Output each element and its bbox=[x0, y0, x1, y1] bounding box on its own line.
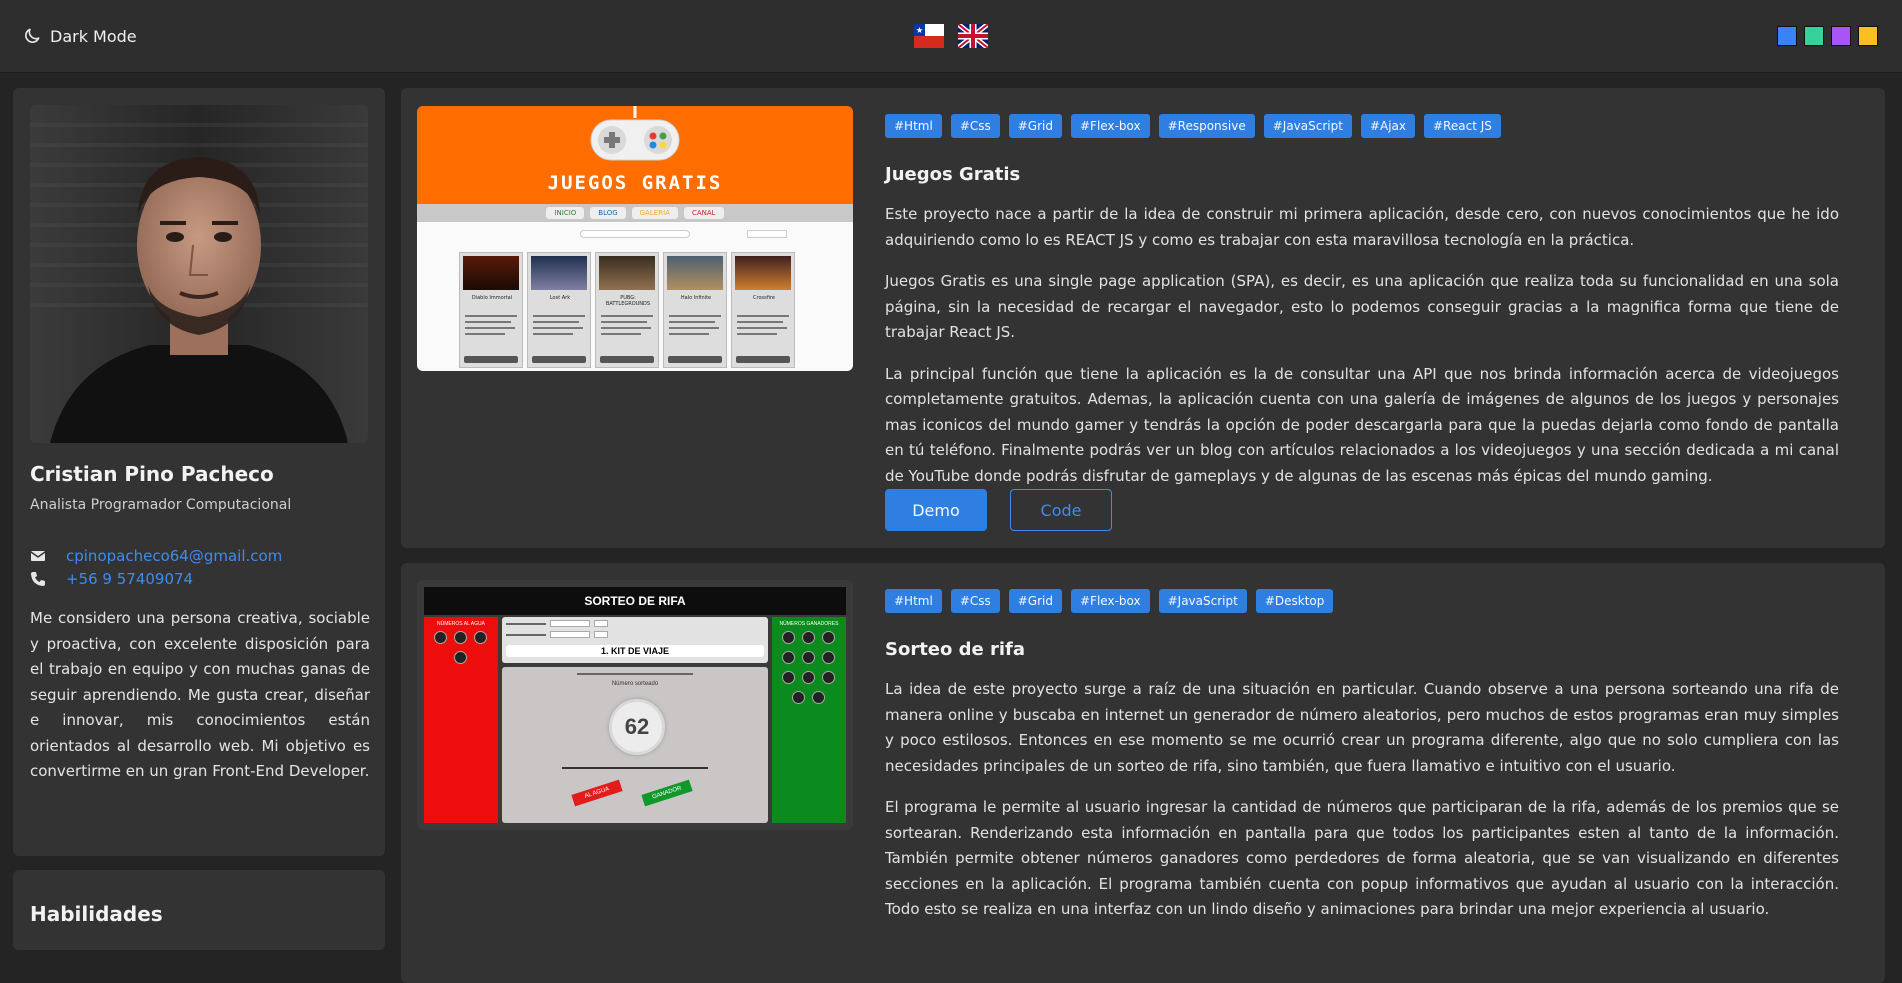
tech-tag: #JavaScript bbox=[1263, 114, 1352, 138]
project-paragraph: Juegos Gratis es una single page applica… bbox=[885, 272, 1839, 341]
skills-title: Habilidades bbox=[30, 902, 163, 926]
thumb-game-name: PUBG: BATTLEGROUNDS bbox=[605, 295, 651, 307]
project-card-juegos-gratis: JUEGOS GRATIS INICIO BLOG GALERIA CANAL … bbox=[401, 88, 1885, 548]
moon-icon bbox=[25, 28, 40, 43]
project-description: Este proyecto nace a partir de la idea d… bbox=[885, 202, 1839, 505]
theme-swatch-yellow[interactable] bbox=[1858, 26, 1878, 46]
tech-tags: #Html #Css #Grid #Flex-box #JavaScript #… bbox=[885, 589, 1334, 613]
gamepad-icon bbox=[590, 106, 680, 161]
thumb-game-card: Crossfire bbox=[731, 252, 795, 368]
theme-color-picker bbox=[1777, 26, 1878, 46]
thumb-nav: INICIO BLOG GALERIA CANAL bbox=[417, 204, 853, 222]
profile-role: Analista Programador Computacional bbox=[30, 497, 292, 513]
thumb-game-name: Halo Infinite bbox=[680, 295, 712, 301]
project-description: La idea de este proyecto surge a raíz de… bbox=[885, 677, 1839, 939]
thumb-game-cards: Diablo Immortal Lost Ark PUBG: BATTLEGRO… bbox=[459, 252, 795, 368]
project-paragraph: La principal función que tiene la aplica… bbox=[885, 364, 1839, 485]
thumb-title: SORTEO DE RIFA bbox=[424, 587, 846, 615]
code-button[interactable]: Code bbox=[1010, 489, 1112, 531]
tech-tag: #Html bbox=[885, 114, 942, 138]
project-title: Juegos Gratis bbox=[885, 164, 1021, 185]
tech-tag: #JavaScript bbox=[1158, 589, 1247, 613]
tech-tag: #Html bbox=[885, 589, 942, 613]
theme-swatch-blue[interactable] bbox=[1777, 26, 1797, 46]
profile-bio: Me considero una persona creativa, socia… bbox=[30, 609, 370, 780]
theme-swatch-purple[interactable] bbox=[1831, 26, 1851, 46]
thumb-losers-panel: NÚMEROS AL AGUA bbox=[424, 617, 498, 823]
thumb-header: JUEGOS GRATIS bbox=[417, 106, 853, 204]
tech-tag: #Grid bbox=[1008, 589, 1062, 613]
avatar bbox=[30, 105, 368, 443]
top-header: Dark Mode bbox=[0, 0, 1902, 73]
thumb-title: JUEGOS GRATIS bbox=[547, 172, 723, 194]
theme-swatch-green[interactable] bbox=[1804, 26, 1824, 46]
thumb-select bbox=[747, 230, 787, 238]
thumb-left-label: NÚMEROS AL AGUA bbox=[437, 621, 485, 627]
tech-tag: #Responsive bbox=[1158, 114, 1255, 138]
thumb-nav-item: GALERIA bbox=[631, 207, 678, 219]
profile-name: Cristian Pino Pacheco bbox=[30, 462, 274, 486]
tech-tag: #Desktop bbox=[1255, 589, 1334, 613]
dark-mode-toggle[interactable]: Dark Mode bbox=[22, 26, 137, 46]
thumb-game-card: Diablo Immortal bbox=[459, 252, 523, 368]
language-selector bbox=[914, 24, 988, 48]
thumb-btn-agua: AL AGUA bbox=[571, 779, 623, 807]
thumb-game-name: Lost Ark bbox=[549, 295, 571, 301]
tech-tag: #React JS bbox=[1424, 114, 1501, 138]
thumb-game-card: PUBG: BATTLEGROUNDS bbox=[595, 252, 659, 368]
tech-tag: #Css bbox=[950, 114, 1000, 138]
tech-tag: #Flex-box bbox=[1071, 589, 1150, 613]
email-link[interactable]: cpinopacheco64@gmail.com bbox=[66, 547, 282, 565]
thumb-inputs: 1. KIT DE VIAJE bbox=[502, 617, 768, 663]
thumb-right-label: NÚMEROS GANADORES bbox=[779, 621, 839, 627]
project-thumbnail[interactable]: SORTEO DE RIFA NÚMEROS AL AGUA NÚMEROS G… bbox=[417, 580, 853, 830]
thumb-body: Diablo Immortal Lost Ark PUBG: BATTLEGRO… bbox=[417, 222, 853, 371]
project-thumbnail[interactable]: JUEGOS GRATIS INICIO BLOG GALERIA CANAL … bbox=[417, 106, 853, 371]
tech-tag: #Ajax bbox=[1360, 114, 1415, 138]
phone-link[interactable]: +56 9 57409074 bbox=[66, 570, 193, 588]
phone-contact: +56 9 57409074 bbox=[30, 570, 193, 588]
thumb-btn-ganador: GANADOR bbox=[641, 779, 693, 807]
thumb-game-name: Crossfire bbox=[753, 295, 775, 301]
project-paragraph: Este proyecto nace a partir de la idea d… bbox=[885, 205, 1839, 249]
thumb-body: SORTEO DE RIFA NÚMEROS AL AGUA NÚMEROS G… bbox=[417, 580, 853, 830]
demo-button[interactable]: Demo bbox=[885, 489, 987, 531]
thumb-winners-panel: NÚMEROS GANADORES bbox=[772, 617, 846, 823]
tech-tag: #Grid bbox=[1008, 114, 1062, 138]
tech-tags: #Html #Css #Grid #Flex-box #Responsive #… bbox=[885, 114, 1501, 138]
project-paragraph: El programa le permite al usuario ingres… bbox=[885, 798, 1839, 918]
thumb-nav-item: BLOG bbox=[590, 207, 626, 219]
project-paragraph: La idea de este proyecto surge a raíz de… bbox=[885, 680, 1839, 775]
project-card-sorteo-rifa: SORTEO DE RIFA NÚMEROS AL AGUA NÚMEROS G… bbox=[401, 563, 1885, 983]
thumb-draw-area: Número sorteado 62 AL AGUA GANADOR bbox=[502, 667, 768, 823]
tech-tag: #Css bbox=[950, 589, 1000, 613]
email-contact: cpinopacheco64@gmail.com bbox=[30, 547, 282, 565]
phone-icon bbox=[31, 572, 45, 586]
thumb-game-card: Halo Infinite bbox=[663, 252, 727, 368]
tech-tag: #Flex-box bbox=[1071, 114, 1150, 138]
thumb-prize: 1. KIT DE VIAJE bbox=[506, 645, 764, 657]
uk-flag-icon[interactable] bbox=[958, 24, 988, 48]
thumb-game-card: Lost Ark bbox=[527, 252, 591, 368]
envelope-icon bbox=[30, 551, 46, 561]
thumb-drawn-number: 62 bbox=[609, 699, 665, 755]
thumb-nav-item: INICIO bbox=[546, 207, 585, 219]
profile-card: Cristian Pino Pacheco Analista Programad… bbox=[13, 88, 385, 856]
thumb-number-label: Número sorteado bbox=[611, 681, 659, 687]
chile-flag-icon[interactable] bbox=[914, 24, 944, 48]
thumb-search bbox=[580, 230, 690, 238]
thumb-game-name: Diablo Immortal bbox=[471, 295, 513, 301]
thumb-nav-item: CANAL bbox=[683, 207, 724, 219]
project-title: Sorteo de rifa bbox=[885, 639, 1026, 660]
dark-mode-label: Dark Mode bbox=[50, 26, 137, 46]
skills-card: Habilidades bbox=[13, 870, 385, 950]
